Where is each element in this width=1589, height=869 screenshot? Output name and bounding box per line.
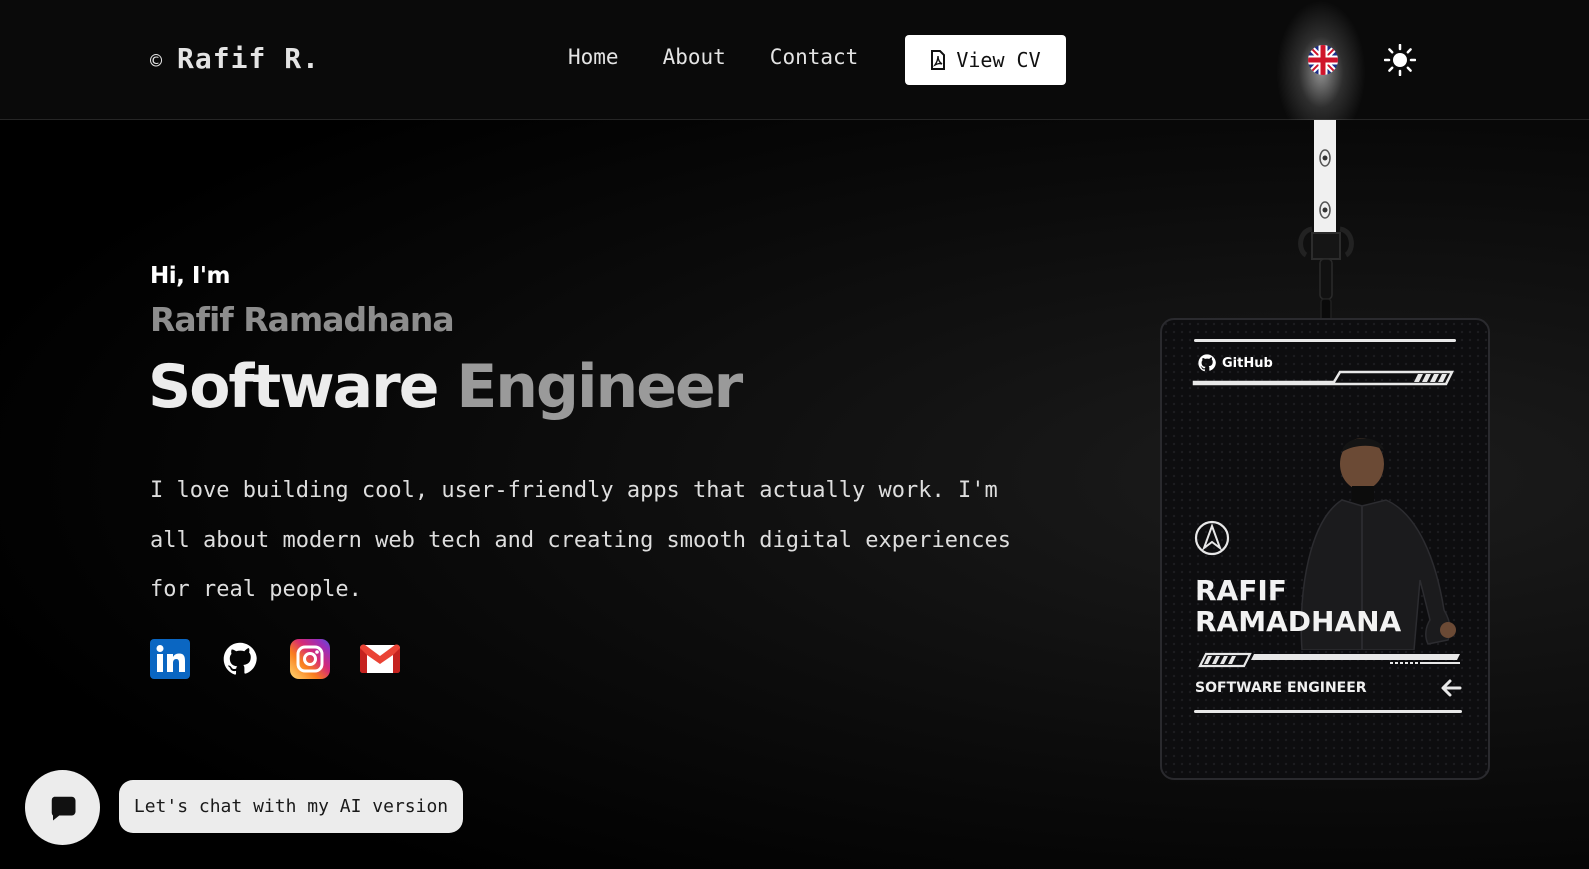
nav-contact[interactable]: Contact (770, 45, 859, 69)
main-nav: Home About Contact (568, 45, 858, 69)
card-bottom-line (1194, 710, 1462, 713)
gmail-icon[interactable] (360, 639, 400, 679)
chat-bubble-icon (51, 796, 75, 820)
sun-icon[interactable] (1383, 43, 1417, 77)
copyright-symbol: © (150, 49, 164, 73)
hero-role: Software Engineer (148, 352, 743, 422)
role-word-software: Software (148, 352, 439, 422)
card-role: SOFTWARE ENGINEER (1195, 680, 1367, 696)
view-cv-label: View CV (956, 48, 1041, 72)
card-stripe-decoration-lower (1198, 652, 1460, 668)
hero-name: Rafif Ramadhana (150, 300, 455, 339)
card-top-line (1194, 339, 1456, 342)
card-stripe-decoration (1192, 370, 1455, 386)
pdf-file-icon (931, 50, 946, 70)
social-links (150, 639, 400, 679)
card-emblem-icon (1194, 520, 1230, 556)
linkedin-icon[interactable] (150, 639, 190, 679)
card-name: RAFIF RAMADHANA (1195, 575, 1401, 637)
site-header: © Rafif R. Home About Contact View CV (0, 0, 1589, 120)
uk-flag-icon[interactable] (1308, 45, 1338, 75)
lanyard-strap (1314, 120, 1336, 238)
brand-logo[interactable]: © Rafif R. (150, 42, 320, 75)
ai-chat-button[interactable] (25, 770, 100, 845)
role-word-engineer: Engineer (456, 352, 743, 422)
card-name-first: RAFIF (1195, 574, 1287, 607)
nav-home[interactable]: Home (568, 45, 619, 69)
github-icon[interactable] (220, 639, 260, 679)
greeting: Hi, I'm (150, 263, 230, 289)
card-name-last: RAMADHANA (1195, 605, 1402, 638)
instagram-icon[interactable] (290, 639, 330, 679)
nav-about[interactable]: About (663, 45, 726, 69)
hero-description: I love building cool, user-friendly apps… (150, 478, 1011, 602)
brand-name: Rafif R. (177, 42, 320, 75)
ai-chat-prompt[interactable]: Let's chat with my AI version (119, 780, 463, 833)
arrow-left-icon (1441, 679, 1462, 697)
view-cv-button[interactable]: View CV (905, 35, 1066, 85)
id-card[interactable]: GitHub RAFIF RAMADHANA SOFTWARE ENGINEER (1160, 318, 1490, 780)
